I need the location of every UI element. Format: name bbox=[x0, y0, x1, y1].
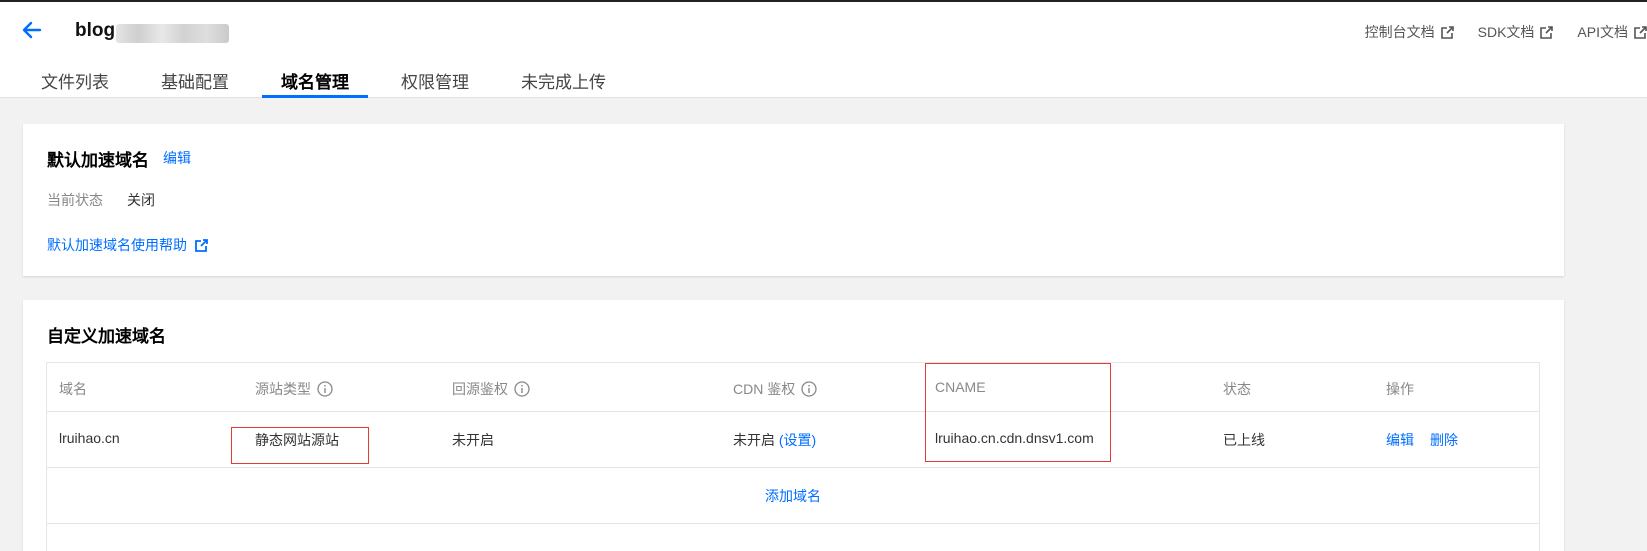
row-delete-button[interactable]: 删除 bbox=[1430, 430, 1458, 450]
col-origin-type: 源站类型 bbox=[255, 379, 333, 399]
tab-incomplete-uploads[interactable]: 未完成上传 bbox=[502, 68, 625, 98]
external-link-icon bbox=[1440, 25, 1454, 39]
external-link-icon bbox=[1634, 25, 1647, 39]
cell-origin-type: 静态网站源站 bbox=[255, 432, 339, 448]
info-icon[interactable] bbox=[514, 381, 530, 397]
table-header: 域名 源站类型 回源鉴权 CDN 鉴权 CNAME 状态 操作 bbox=[47, 363, 1539, 412]
sdk-doc-label: SDK文档 bbox=[1477, 24, 1535, 40]
cell-actions: 编辑 删除 bbox=[1386, 430, 1474, 450]
default-domain-title: 默认加速域名 bbox=[47, 151, 149, 170]
cell-cdn-auth: 未开启 (设置) bbox=[733, 430, 816, 450]
custom-domain-title: 自定义加速域名 bbox=[47, 327, 166, 346]
bucket-name: blog bbox=[75, 20, 116, 41]
doc-links: 控制台文档 SDK文档 API文档 bbox=[1341, 22, 1647, 42]
col-origin-auth: 回源鉴权 bbox=[452, 379, 530, 399]
col-cname: CNAME bbox=[935, 379, 986, 395]
default-domain-edit-link[interactable]: 编辑 bbox=[163, 148, 191, 168]
default-domain-help-link[interactable]: 默认加速域名使用帮助 bbox=[47, 235, 208, 255]
back-arrow-icon[interactable] bbox=[18, 16, 46, 44]
table-row: lruihao.cn 静态网站源站 未开启 未开启 (设置) lruihao.c… bbox=[47, 412, 1539, 468]
tab-file-list[interactable]: 文件列表 bbox=[22, 68, 128, 98]
add-domain-row: 添加域名 bbox=[47, 468, 1539, 524]
custom-domain-card: 自定义加速域名 域名 源站类型 回源鉴权 CDN 鉴权 CNAME 状态 操作 … bbox=[23, 300, 1564, 551]
tab-domain-management[interactable]: 域名管理 bbox=[262, 68, 368, 98]
external-link-icon bbox=[195, 238, 208, 252]
api-doc-label: API文档 bbox=[1577, 24, 1628, 40]
bucket-tabs: 文件列表 基础配置 域名管理 权限管理 未完成上传 bbox=[22, 68, 639, 98]
row-edit-button[interactable]: 编辑 bbox=[1386, 430, 1414, 450]
add-domain-button[interactable]: 添加域名 bbox=[765, 486, 821, 506]
default-domain-help-label: 默认加速域名使用帮助 bbox=[47, 237, 187, 253]
default-domain-card: 默认加速域名 编辑 当前状态 关闭 默认加速域名使用帮助 bbox=[23, 124, 1564, 276]
api-doc-link[interactable]: API文档 bbox=[1577, 22, 1647, 42]
cdn-auth-settings-link[interactable]: (设置) bbox=[779, 432, 816, 448]
info-icon[interactable] bbox=[317, 381, 333, 397]
tab-basic-config[interactable]: 基础配置 bbox=[142, 68, 248, 98]
col-domain: 域名 bbox=[59, 381, 87, 397]
external-link-icon bbox=[1540, 25, 1554, 39]
status-value: 关闭 bbox=[127, 192, 155, 208]
console-doc-label: 控制台文档 bbox=[1364, 24, 1435, 40]
custom-domain-table: 域名 源站类型 回源鉴权 CDN 鉴权 CNAME 状态 操作 lruihao.… bbox=[46, 362, 1540, 551]
cdn-auth-status: 未开启 bbox=[733, 432, 775, 448]
tab-permission-management[interactable]: 权限管理 bbox=[382, 68, 488, 98]
bucket-suffix-redacted bbox=[116, 24, 229, 43]
col-status: 状态 bbox=[1223, 381, 1251, 397]
cell-cname: lruihao.cn.cdn.dnsv1.com bbox=[935, 430, 1094, 446]
console-doc-link[interactable]: 控制台文档 bbox=[1365, 22, 1454, 42]
info-icon[interactable] bbox=[801, 381, 817, 397]
col-actions: 操作 bbox=[1386, 381, 1414, 397]
cell-origin-auth: 未开启 bbox=[452, 432, 494, 448]
page-header: blog 控制台文档 SDK文档 API文档 文件列表 基础配置 域名管理 权限… bbox=[0, 2, 1647, 98]
cell-status: 已上线 bbox=[1223, 432, 1265, 448]
status-label: 当前状态 bbox=[47, 192, 103, 208]
cell-domain: lruihao.cn bbox=[59, 430, 120, 446]
sdk-doc-link[interactable]: SDK文档 bbox=[1478, 22, 1554, 42]
col-cdn-auth: CDN 鉴权 bbox=[733, 379, 817, 399]
